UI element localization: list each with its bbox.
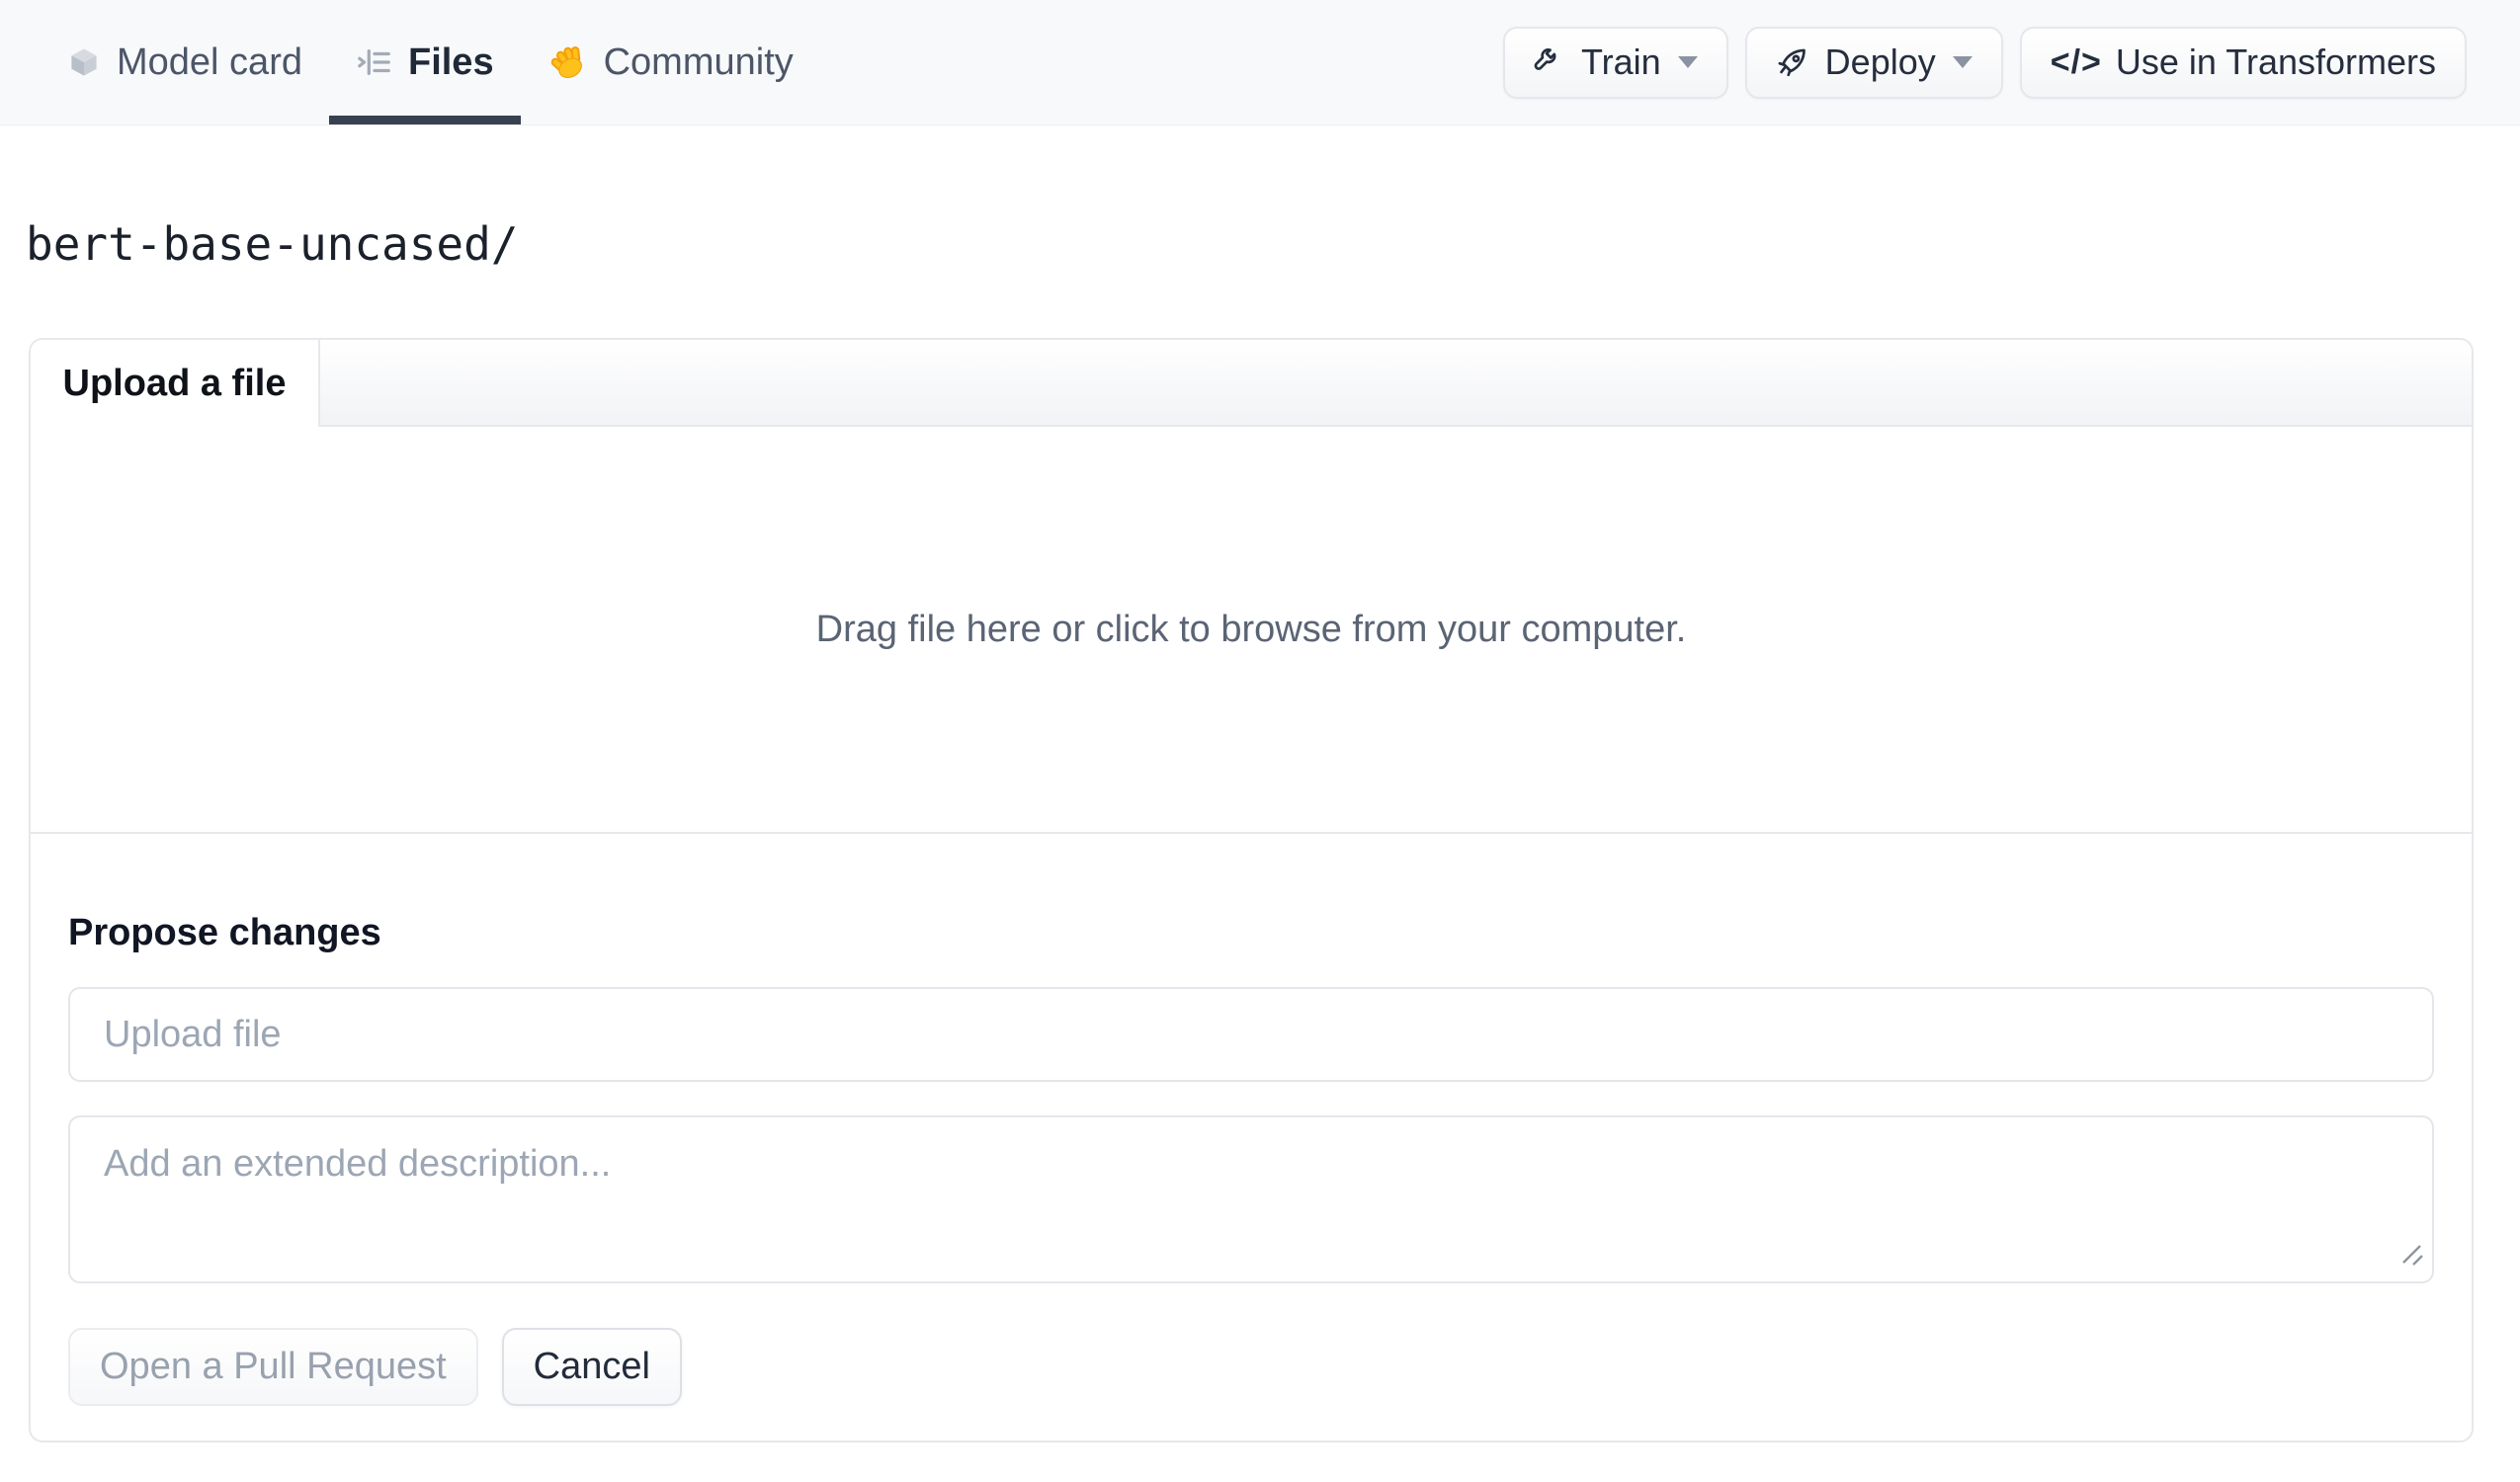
dropzone-text: Drag file here or click to browse from y…	[815, 608, 1687, 650]
active-tab-underline	[328, 116, 521, 124]
tab-label: Model card	[117, 41, 302, 83]
propose-changes-title: Propose changes	[68, 912, 381, 953]
propose-changes-section: Propose changes Open a Pull Request Canc…	[31, 909, 2472, 1407]
deploy-button[interactable]: Deploy	[1744, 26, 2003, 99]
use-in-transformers-button[interactable]: </> Use in Transformers	[2019, 26, 2467, 99]
cancel-button[interactable]: Cancel	[501, 1328, 682, 1407]
propose-actions: Open a Pull Request Cancel	[68, 1328, 2434, 1407]
use-in-transformers-label: Use in Transformers	[2115, 41, 2436, 82]
upload-file-input[interactable]	[68, 987, 2434, 1083]
top-tab-bar: Model card Files Community Train Deploy …	[0, 0, 2520, 125]
tab-files[interactable]: Files	[328, 0, 521, 124]
chevron-down-icon	[1677, 56, 1698, 68]
open-pull-request-button[interactable]: Open a Pull Request	[68, 1328, 478, 1407]
train-button[interactable]: Train	[1502, 26, 1728, 99]
cube-icon	[66, 44, 102, 80]
wrench-icon	[1534, 45, 1567, 79]
breadcrumb[interactable]: bert-base-uncased/	[26, 217, 519, 271]
rocket-icon	[1776, 44, 1811, 80]
code-icon: </>	[2050, 42, 2102, 81]
tab-upload-a-file[interactable]: Upload a file	[31, 340, 320, 427]
deploy-label: Deploy	[1824, 41, 1936, 82]
tab-label: Community	[603, 41, 794, 83]
tab-label: Files	[407, 41, 494, 83]
tab-upload-label: Upload a file	[62, 362, 287, 404]
description-field-wrapper	[68, 1115, 2434, 1284]
chevron-down-icon	[1952, 56, 1973, 68]
upload-card: Upload a file Drag file here or click to…	[29, 338, 2474, 1442]
header-actions: Train Deploy </> Use in Transformers	[1502, 0, 2467, 124]
files-list-icon	[356, 43, 393, 81]
tab-community[interactable]: Community	[521, 0, 820, 124]
upload-card-tabs: Upload a file	[31, 340, 2472, 427]
file-dropzone[interactable]: Drag file here or click to browse from y…	[31, 427, 2472, 834]
waving-hand-icon	[547, 41, 589, 83]
train-label: Train	[1580, 41, 1661, 82]
tab-model-card[interactable]: Model card	[40, 0, 329, 124]
tab-strip-filler	[320, 340, 2472, 427]
extended-description-textarea[interactable]	[68, 1115, 2434, 1284]
